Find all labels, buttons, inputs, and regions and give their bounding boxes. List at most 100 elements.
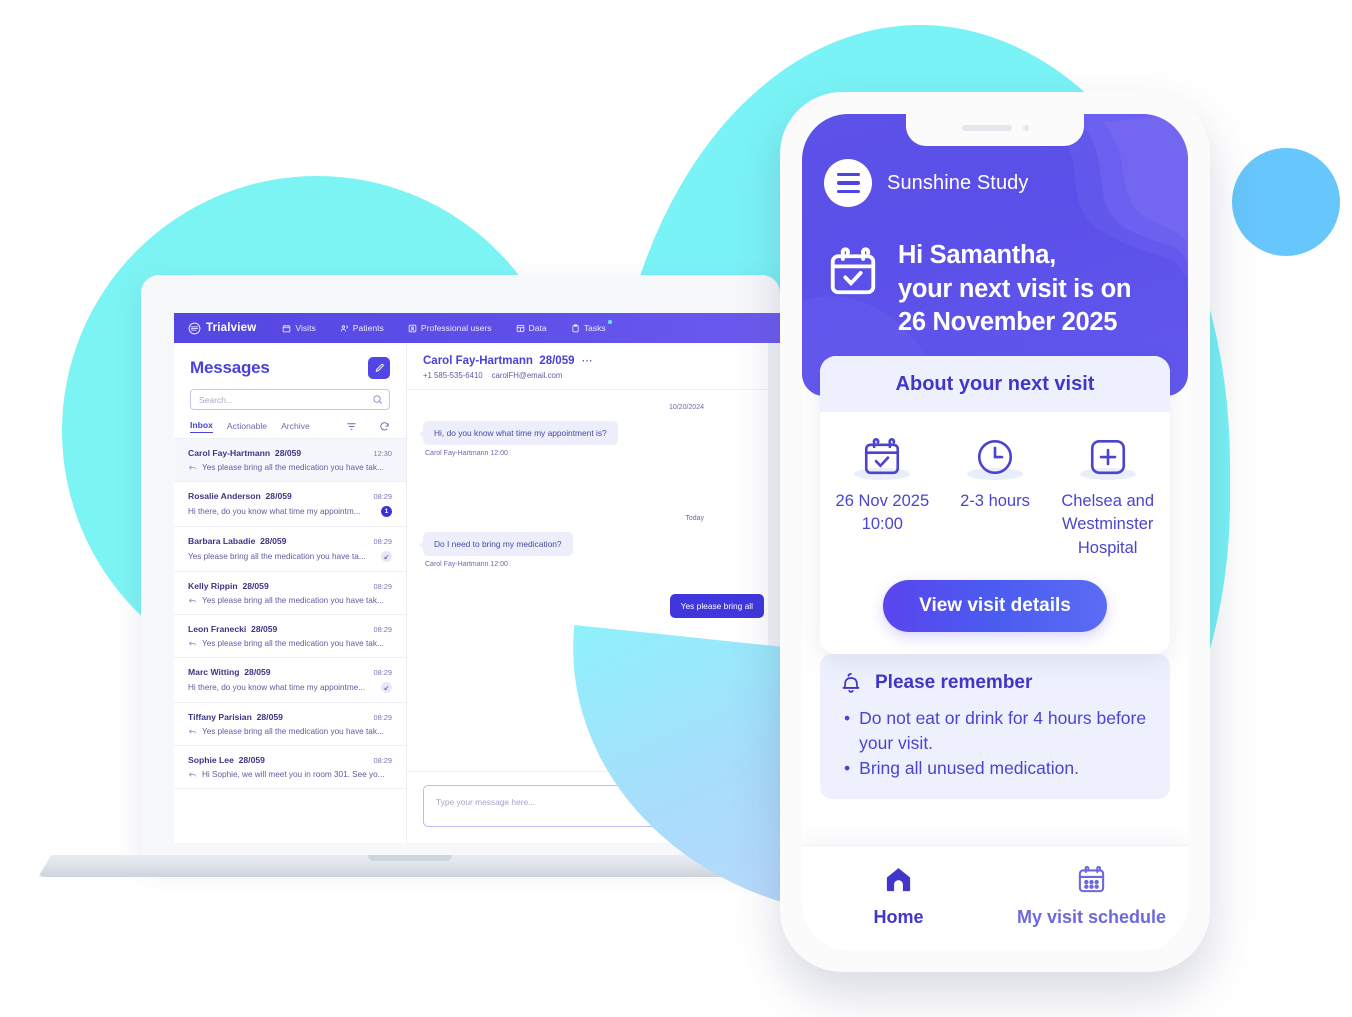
reply-arrow-icon [188, 465, 196, 470]
message-row-bottom: Yes please bring all the medication you … [188, 551, 392, 562]
nav-item-data[interactable]: Data [516, 323, 547, 333]
search-input[interactable] [190, 389, 390, 410]
background-blob-small-blue [1232, 148, 1340, 256]
phone-hero: Sunshine Study Hi Samantha, your next vi… [802, 114, 1188, 396]
received-arrow-badge: ↙ [381, 551, 392, 562]
nav-label: Patients [352, 323, 384, 333]
hero-title: Hi Samantha, your next visit is on 26 No… [898, 239, 1131, 340]
tab-archive[interactable]: Archive [281, 421, 310, 433]
filter-icon[interactable] [346, 421, 357, 432]
tab-inbox[interactable]: Inbox [190, 420, 213, 433]
phone-camera [1022, 124, 1029, 131]
message-preview: Yes please bring all the medication you … [202, 463, 384, 472]
nav-item-professional-users[interactable]: Professional users [408, 323, 492, 333]
message-meta: Carol Fay-Hartmann 12:00 [425, 450, 508, 457]
message-time: 08:29 [373, 581, 393, 591]
message-row-bottom: Hi there, do you know what time my appoi… [188, 682, 392, 693]
message-row[interactable]: Rosalie Anderson 28/059 08:29 Hi there, … [174, 482, 406, 527]
message-row-top: Sophie Lee 28/059 08:29 [188, 755, 392, 765]
calendar-grid-icon [1078, 865, 1105, 893]
conversation-header: Carol Fay-Hartmann 28/059 ⋯ +1 585-535-6… [407, 343, 780, 390]
hero-line-1: Hi Samantha, [898, 241, 1056, 269]
reply-arrow-icon [188, 598, 196, 603]
visit-detail-location: Chelsea and Westminster Hospital [1051, 432, 1164, 560]
message-row[interactable]: Barbara Labadie 28/059 08:29 Yes please … [174, 527, 406, 572]
remember-list: • Do not eat or drink for 4 hours before … [844, 706, 1152, 781]
refresh-icon[interactable] [379, 421, 390, 432]
search-field-wrap [190, 389, 390, 410]
message-row-top: Leon Franecki 28/059 08:29 [188, 624, 392, 634]
hero-line-2: your next visit is on [898, 274, 1132, 303]
tab-actionable[interactable]: Actionable [227, 421, 267, 433]
remember-title: Please remember [875, 672, 1033, 694]
hamburger-icon[interactable] [824, 159, 872, 207]
nav-item-patients[interactable]: Patients [340, 323, 384, 333]
message-row-bottom: Hi Sophie, we will meet you in room 301.… [188, 770, 392, 779]
message-time: 08:29 [373, 491, 393, 501]
visit-detail-columns: 26 Nov 2025 10:00 2-3 hours Chelsea and … [820, 412, 1170, 560]
tasks-notification-dot [608, 320, 612, 324]
message-sender: Barbara Labadie 28/059 [188, 536, 287, 546]
message-row[interactable]: Leon Franecki 28/059 08:29 Yes please br… [174, 615, 406, 658]
message-meta: Carol Fay-Hartmann 12:00 [425, 561, 508, 568]
tab-schedule-label: My visit schedule [1016, 907, 1167, 927]
compose-button[interactable] [368, 357, 390, 379]
message-sender: Sophie Lee 28/059 [188, 755, 265, 765]
message-row[interactable]: Marc Witting 28/059 08:29 Hi there, do y… [174, 658, 406, 703]
incoming-message: Do I need to bring my medication? Carol … [419, 532, 764, 568]
bullet: • [844, 757, 851, 778]
remember-item: • Do not eat or drink for 4 hours before … [844, 706, 1152, 756]
reply-arrow-icon [188, 772, 196, 777]
conversation-title-row: Carol Fay-Hartmann 28/059 ⋯ [423, 355, 764, 367]
more-icon[interactable]: ⋯ [582, 356, 594, 367]
outgoing-message: Yes please bring all [423, 594, 764, 618]
nav-item-tasks[interactable]: Tasks [571, 320, 612, 333]
home-icon [886, 868, 911, 892]
calendar-check-icon [865, 438, 900, 475]
nav-label: Visits [295, 323, 316, 333]
message-row-top: Kelly Rippin 28/059 08:29 [188, 581, 392, 591]
reply-arrow-icon [188, 729, 196, 734]
search-icon[interactable] [372, 394, 383, 405]
tab-my-visit-schedule[interactable]: My visit schedule [995, 864, 1188, 928]
table-icon [516, 324, 524, 332]
brand-name: Trialview [206, 322, 257, 334]
visit-location-label: Chelsea and Westminster Hospital [1061, 491, 1154, 557]
message-row[interactable]: Carol Fay-Hartmann 28/059 12:30 Yes plea… [174, 439, 406, 482]
bullet: • [844, 708, 851, 729]
message-sender: Marc Witting 28/059 [188, 667, 271, 677]
message-row-bottom: Yes please bring all the medication you … [188, 727, 392, 736]
message-row-bottom: Yes please bring all the medication you … [188, 639, 392, 648]
message-preview: Hi there, do you know what time my appoi… [188, 507, 361, 516]
icon-wrap [830, 432, 935, 482]
nav-label: Data [528, 323, 547, 333]
badge-icon [408, 324, 417, 332]
message-preview: Yes please bring all the medication you … [188, 552, 366, 561]
tab-home[interactable]: Home [802, 864, 995, 928]
visit-date-label: 26 Nov 2025 10:00 [835, 491, 930, 534]
brand-logo[interactable]: Trialview [188, 322, 256, 335]
message-sender: Carol Fay-Hartmann 28/059 [188, 448, 302, 458]
page-title: Messages [190, 358, 270, 377]
message-row-bottom: Yes please bring all the medication you … [188, 596, 392, 605]
message-time: 12:30 [373, 448, 393, 458]
nav-item-visits[interactable]: Visits [282, 323, 316, 333]
clock-icon [977, 439, 1013, 475]
messages-header: Messages [174, 343, 406, 379]
message-row[interactable]: Tiffany Parisian 28/059 08:29 Yes please… [174, 703, 406, 746]
message-preview: Hi there, do you know what time my appoi… [188, 683, 366, 692]
app-topnav: Trialview Visits Patients Professional u… [174, 313, 780, 343]
phone-notch [906, 114, 1084, 146]
clipboard-icon [572, 323, 579, 332]
phone-screen: Sunshine Study Hi Samantha, your next vi… [802, 114, 1188, 950]
message-row[interactable]: Sophie Lee 28/059 08:29 Hi Sophie, we wi… [174, 746, 406, 789]
visit-detail-date: 26 Nov 2025 10:00 [826, 432, 939, 560]
message-row-bottom: Yes please bring all the medication you … [188, 463, 392, 472]
message-row[interactable]: Kelly Rippin 28/059 08:29 Yes please bri… [174, 572, 406, 615]
nav-label: Tasks [583, 323, 606, 333]
message-time: 08:29 [373, 712, 393, 722]
laptop-trackpad-notch [368, 855, 452, 861]
conversation-contact-name: Carol Fay-Hartmann 28/059 [423, 355, 575, 367]
view-visit-details-button[interactable]: View visit details [883, 580, 1107, 633]
message-preview: Yes please bring all the medication you … [202, 639, 384, 648]
